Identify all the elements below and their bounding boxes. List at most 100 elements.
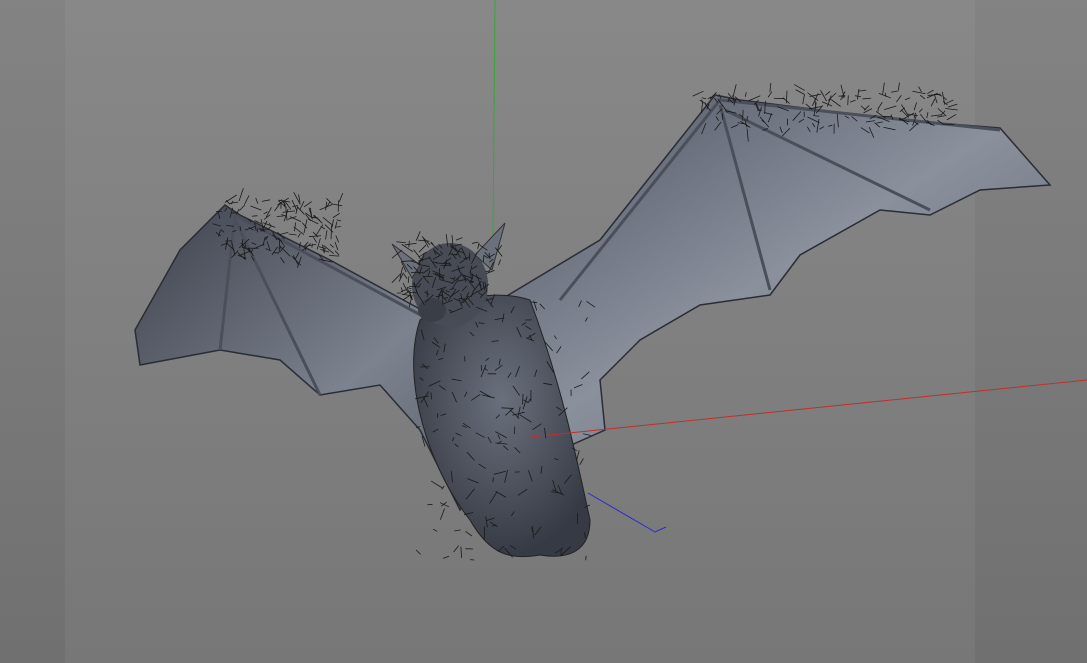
fur-stroke xyxy=(325,201,328,211)
fur-stroke xyxy=(331,203,343,207)
fur-stroke xyxy=(338,193,344,202)
fur-stroke xyxy=(830,98,841,107)
fur-stroke xyxy=(858,89,867,92)
fur-stroke xyxy=(238,188,244,202)
fur-stroke xyxy=(454,529,461,532)
fur-stroke xyxy=(403,273,408,279)
fur-stroke xyxy=(315,224,324,236)
fur-stroke xyxy=(576,450,580,462)
fur-stroke xyxy=(850,99,856,103)
fur-stroke xyxy=(322,217,334,226)
fur-stroke xyxy=(485,270,495,275)
fur-stroke xyxy=(579,458,584,465)
fur-stroke xyxy=(767,91,773,98)
fur-stroke xyxy=(282,210,296,213)
fur-stroke xyxy=(299,201,305,210)
fur-stroke xyxy=(927,89,934,94)
fur-stroke xyxy=(824,91,831,96)
fur-stroke xyxy=(316,238,321,250)
fur-stroke xyxy=(947,103,958,108)
fur-stroke xyxy=(946,113,957,121)
fur-stroke xyxy=(408,240,410,248)
fur-stroke xyxy=(263,211,268,215)
fur-stroke xyxy=(415,549,421,555)
fur-stroke xyxy=(692,90,704,97)
fur-stroke xyxy=(224,194,237,203)
fur-stroke xyxy=(732,84,737,98)
fur-stroke xyxy=(307,218,319,225)
fur-stroke xyxy=(279,232,289,236)
fur-stroke xyxy=(432,528,438,532)
3d-viewport[interactable] xyxy=(0,0,1087,663)
fur-stroke xyxy=(401,244,414,253)
fur-stroke xyxy=(415,231,421,241)
fur-stroke xyxy=(335,235,340,243)
fur-stroke xyxy=(701,97,707,100)
fur-stroke xyxy=(312,236,317,243)
fur-stroke xyxy=(439,508,445,520)
fur-stroke xyxy=(901,104,910,117)
fur-stroke xyxy=(822,101,833,107)
fur-stroke xyxy=(329,243,334,248)
fur-stroke xyxy=(305,244,307,251)
fur-stroke xyxy=(239,204,246,211)
fur-stroke xyxy=(918,108,923,113)
fur-stroke xyxy=(946,99,954,104)
fur-stroke xyxy=(417,239,430,242)
fur-stroke xyxy=(744,92,747,97)
fur-stroke xyxy=(913,102,917,111)
fur-stroke xyxy=(407,276,410,283)
fur-stroke xyxy=(244,195,250,205)
fur-stroke xyxy=(325,230,328,240)
fur-stroke xyxy=(883,105,897,111)
fur-stroke xyxy=(460,546,462,558)
fur-stroke xyxy=(334,221,338,229)
fur-stroke xyxy=(413,249,420,258)
fur-stroke xyxy=(288,233,297,236)
fur-stroke xyxy=(878,102,883,109)
fur-stroke xyxy=(250,205,262,211)
fur-stroke xyxy=(891,90,898,93)
fur-stroke xyxy=(336,219,342,222)
fur-stroke xyxy=(847,95,849,106)
fur-stroke xyxy=(945,108,958,111)
fur-stroke xyxy=(404,242,417,246)
fur-stroke xyxy=(261,199,271,202)
fur-stroke xyxy=(334,241,339,251)
fur-stroke xyxy=(477,242,480,249)
fur-stroke xyxy=(453,545,459,553)
fur-stroke xyxy=(878,92,891,99)
fur-stroke xyxy=(309,235,322,237)
scene xyxy=(134,0,1087,561)
fur-stroke xyxy=(276,215,284,217)
fur-stroke xyxy=(820,90,827,102)
fur-stroke xyxy=(904,97,911,101)
fur-stroke xyxy=(862,97,872,100)
fur-stroke xyxy=(442,555,450,559)
fur-stroke xyxy=(897,82,900,91)
fur-stroke xyxy=(274,201,282,212)
y-axis xyxy=(492,0,496,236)
fur-stroke xyxy=(465,531,473,537)
fur-stroke xyxy=(455,237,463,241)
fur-stroke xyxy=(229,201,239,204)
fur-stroke xyxy=(430,480,443,489)
fur-stroke xyxy=(795,89,805,95)
fur-stroke xyxy=(303,201,312,208)
fur-stroke xyxy=(930,114,943,117)
fur-stroke xyxy=(318,246,326,249)
fur-stroke xyxy=(933,93,938,104)
fur-stroke xyxy=(919,94,926,100)
fur-stroke xyxy=(332,212,341,219)
fur-stroke xyxy=(418,244,427,253)
z-axis xyxy=(587,492,667,533)
fur-stroke xyxy=(406,288,413,301)
fur-stroke xyxy=(896,95,902,103)
fur-stroke xyxy=(937,115,945,118)
fur-stroke xyxy=(827,92,837,101)
fur-stroke xyxy=(912,90,926,95)
fur-stroke xyxy=(396,241,406,244)
fur-stroke xyxy=(251,215,258,217)
fur-stroke xyxy=(918,86,922,93)
fur-stroke xyxy=(498,259,501,266)
